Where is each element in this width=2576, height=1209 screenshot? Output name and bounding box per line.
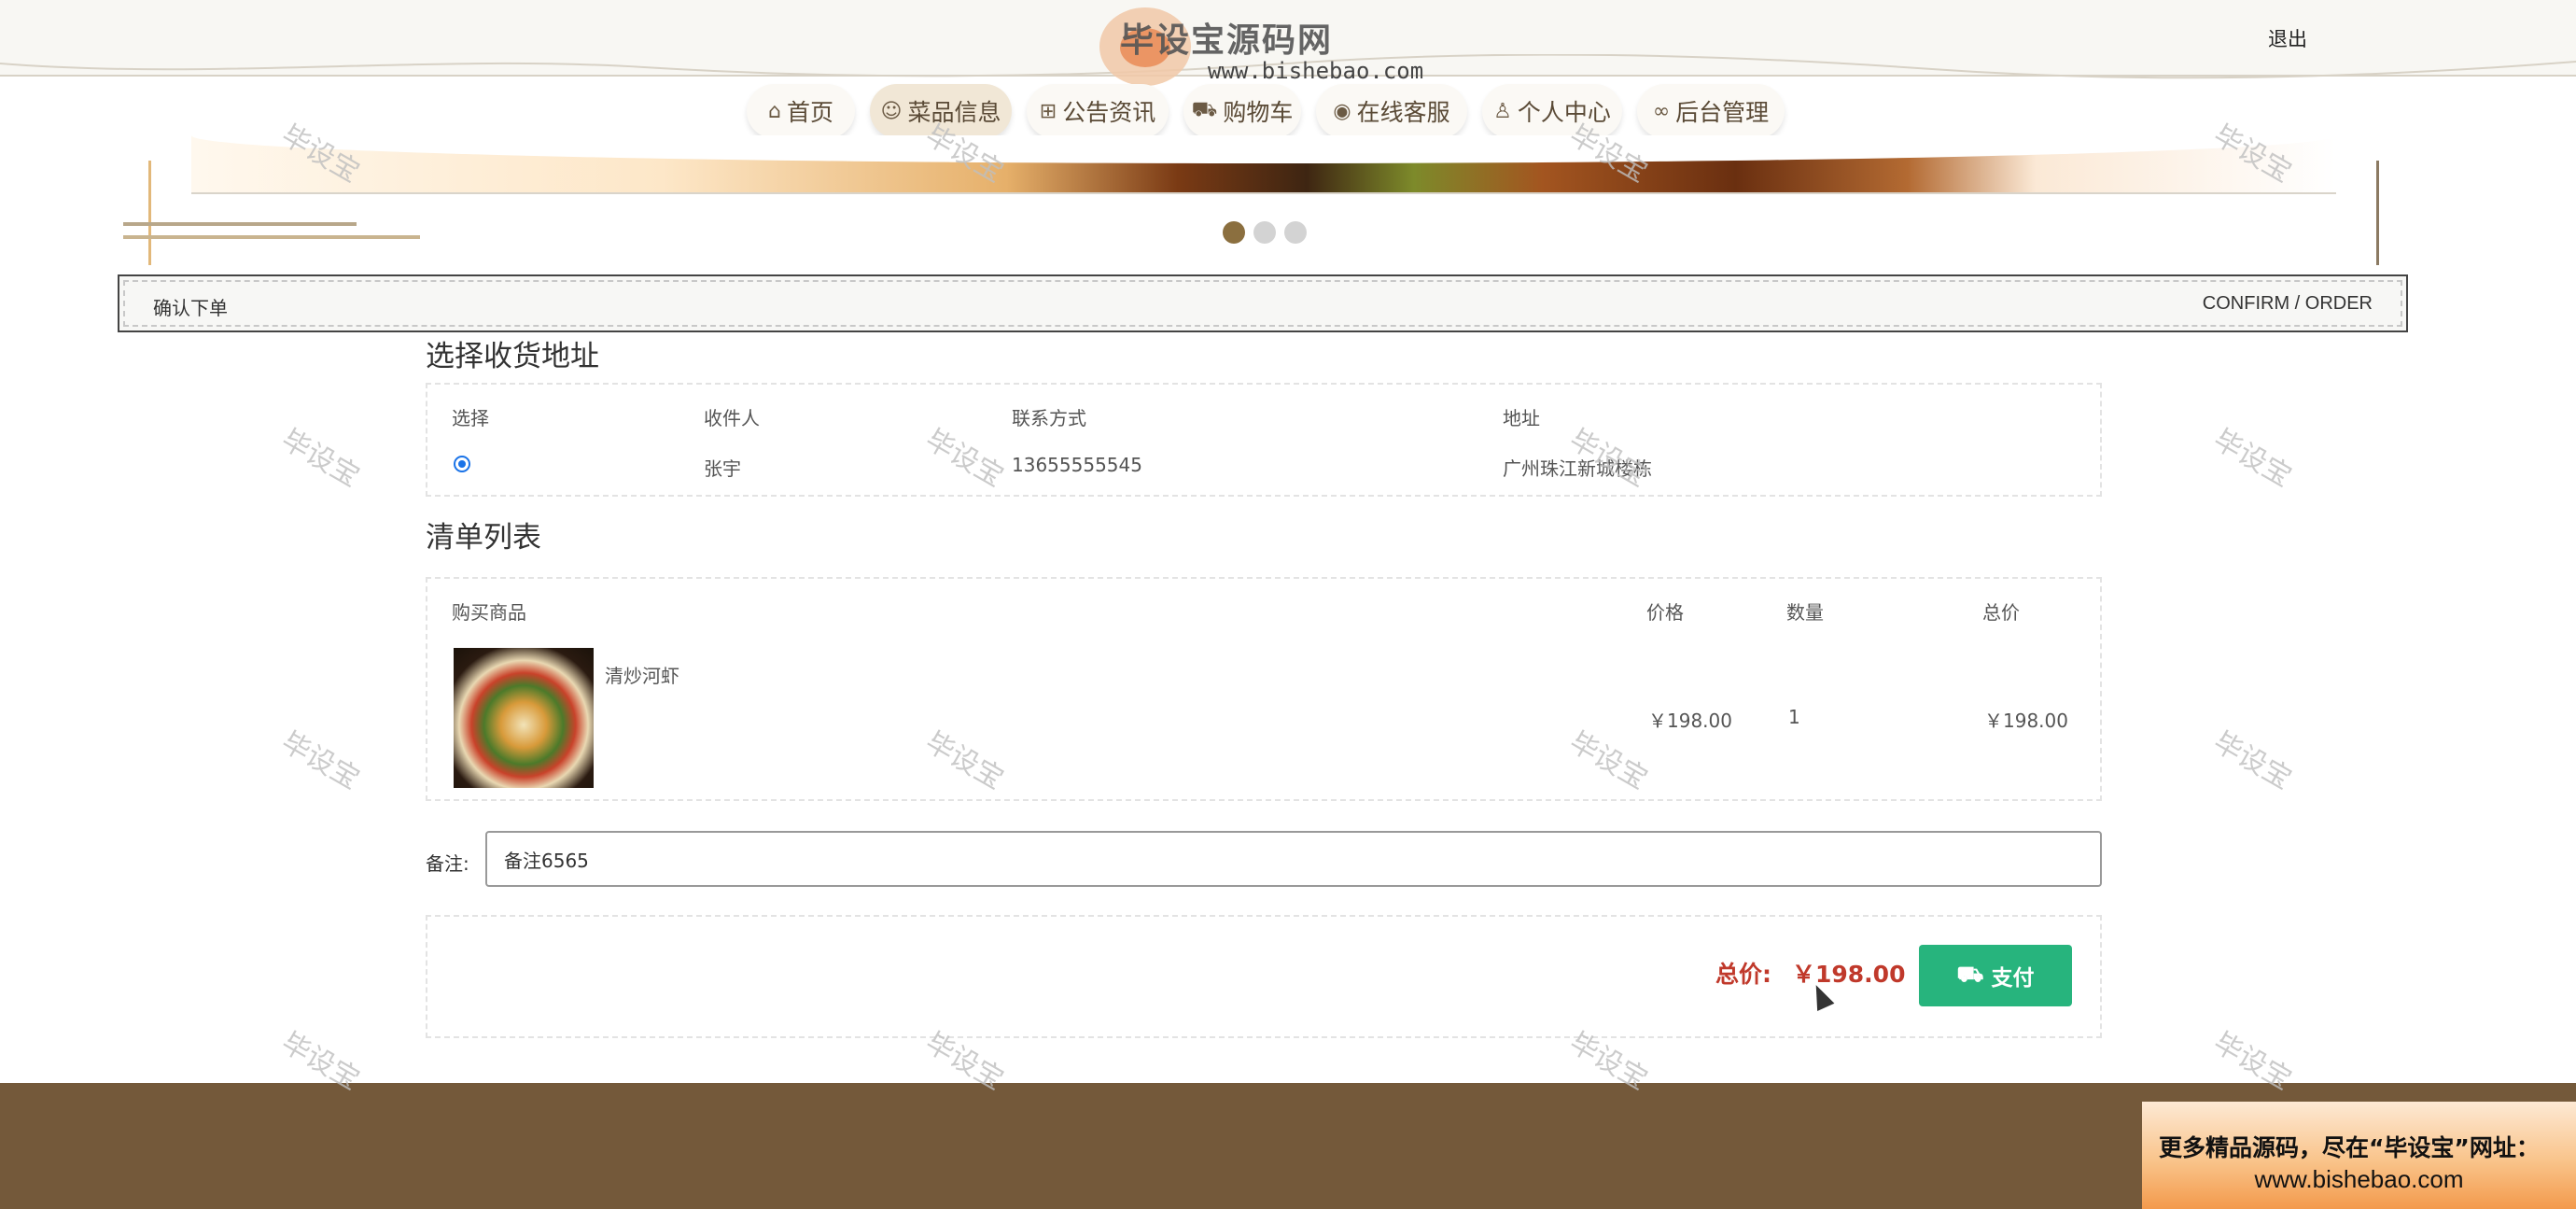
nav-item-label: 首页 (786, 99, 833, 126)
nav-item-cart[interactable]: ⛟ 购物车 (1183, 84, 1301, 138)
watermark: 毕设宝 (275, 725, 365, 796)
column-header: 选择 (452, 407, 489, 429)
nav-item-label: 个人中心 (1517, 99, 1611, 126)
page-subtitle: CONFIRM / ORDER (2202, 293, 2373, 314)
address-cell: 广州珠江新城楼栋 (1503, 457, 1652, 480)
site-title: 毕设宝源码网 (1120, 21, 1334, 60)
column-header: 地址 (1503, 407, 1540, 429)
watermark: 毕设宝 (2207, 725, 2297, 796)
nav-item-label: 菜品信息 (907, 99, 1001, 126)
phone-cell: 13655555545 (1012, 454, 1142, 476)
recipient-cell: 张宇 (704, 457, 741, 480)
breadcrumb: 确认下单 CONFIRM / ORDER (118, 274, 2408, 332)
carousel-dot[interactable] (1253, 221, 1276, 244)
price-cell: ￥198.00 (1648, 710, 1732, 732)
promo-banner[interactable]: 更多精品源码，尽在“毕设宝”网址： www.bishebao.com (2142, 1102, 2576, 1209)
pay-button-label: 支付 (1991, 965, 2035, 990)
nav-item-support[interactable]: ◉ 在线客服 (1316, 84, 1467, 138)
column-header: 数量 (1786, 601, 1824, 624)
carousel-dot[interactable] (1223, 221, 1245, 244)
order-section-title: 清单列表 (426, 521, 541, 555)
column-header: 收件人 (704, 407, 760, 429)
user-icon: ♙ (1493, 99, 1512, 123)
nav-item-admin[interactable]: ∞ 后台管理 (1637, 84, 1785, 138)
promo-text: 更多精品源码，尽在“毕设宝”网址： (2159, 1134, 2540, 1161)
order-table: 购买商品 价格 数量 总价 清炒河虾 ￥198.00 1 ￥198.00 (426, 577, 2102, 801)
nav-item-news[interactable]: ⊞ 公告资讯 (1027, 84, 1169, 138)
banner-decoration-line (123, 235, 420, 239)
column-header: 购买商品 (452, 601, 526, 624)
total-value: ￥198.00 (1792, 961, 1906, 988)
address-table: 选择 收件人 联系方式 地址 张宇 13655555545 广州珠江新城楼栋 (426, 383, 2102, 497)
nav-item-label: 后台管理 (1675, 99, 1770, 126)
home-icon: ⌂ (768, 99, 781, 123)
globe-icon: ◉ (1333, 99, 1351, 123)
remark-label: 备注: (426, 852, 469, 875)
quantity-cell: 1 (1788, 706, 1800, 728)
watermark: 毕设宝 (275, 423, 365, 494)
link-icon: ∞ (1652, 99, 1671, 123)
pay-button[interactable]: ⛟ 支付 (1919, 945, 2072, 1006)
nav-item-label: 公告资讯 (1062, 99, 1156, 126)
nav-item-home[interactable]: ⌂ 首页 (747, 84, 855, 138)
column-header: 总价 (1982, 601, 2020, 624)
promo-url: www.bishebao.com (2254, 1165, 2464, 1193)
banner-frame-left (148, 161, 151, 265)
smile-icon: ☺ (880, 99, 903, 123)
nav-item-profile[interactable]: ♙ 个人中心 (1482, 84, 1622, 138)
total-cell: ￥198.00 (1984, 710, 2068, 732)
carousel-indicators (1223, 221, 1307, 244)
carousel-dot[interactable] (1284, 221, 1307, 244)
site-url: www.bishebao.com (1208, 58, 1424, 84)
watermark: 毕设宝 (2207, 423, 2297, 494)
remark-input[interactable] (485, 831, 2102, 887)
nav-item-dishes[interactable]: ☺ 菜品信息 (870, 84, 1012, 138)
banner-frame-right (2376, 161, 2379, 265)
address-radio[interactable] (454, 456, 470, 472)
cart-icon: ⛟ (1191, 98, 1218, 121)
banner-decoration-line (123, 222, 357, 226)
address-section-title: 选择收货地址 (426, 340, 599, 373)
gift-icon: ⊞ (1039, 99, 1057, 123)
column-header: 联系方式 (1012, 407, 1086, 429)
product-name[interactable]: 清炒河虾 (605, 661, 679, 688)
page-title: 确认下单 (153, 297, 228, 319)
carousel-banner-image[interactable] (191, 135, 2336, 193)
nav-item-label: 在线客服 (1356, 99, 1450, 126)
product-image[interactable] (454, 648, 594, 788)
banner-divider (191, 192, 2336, 194)
column-header: 价格 (1646, 601, 1684, 624)
cart-icon: ⛟ (1956, 962, 1984, 986)
nav-item-label: 购物车 (1223, 99, 1294, 126)
logout-link[interactable]: 退出 (2268, 24, 2307, 52)
total-label: 总价: (1715, 961, 1771, 988)
